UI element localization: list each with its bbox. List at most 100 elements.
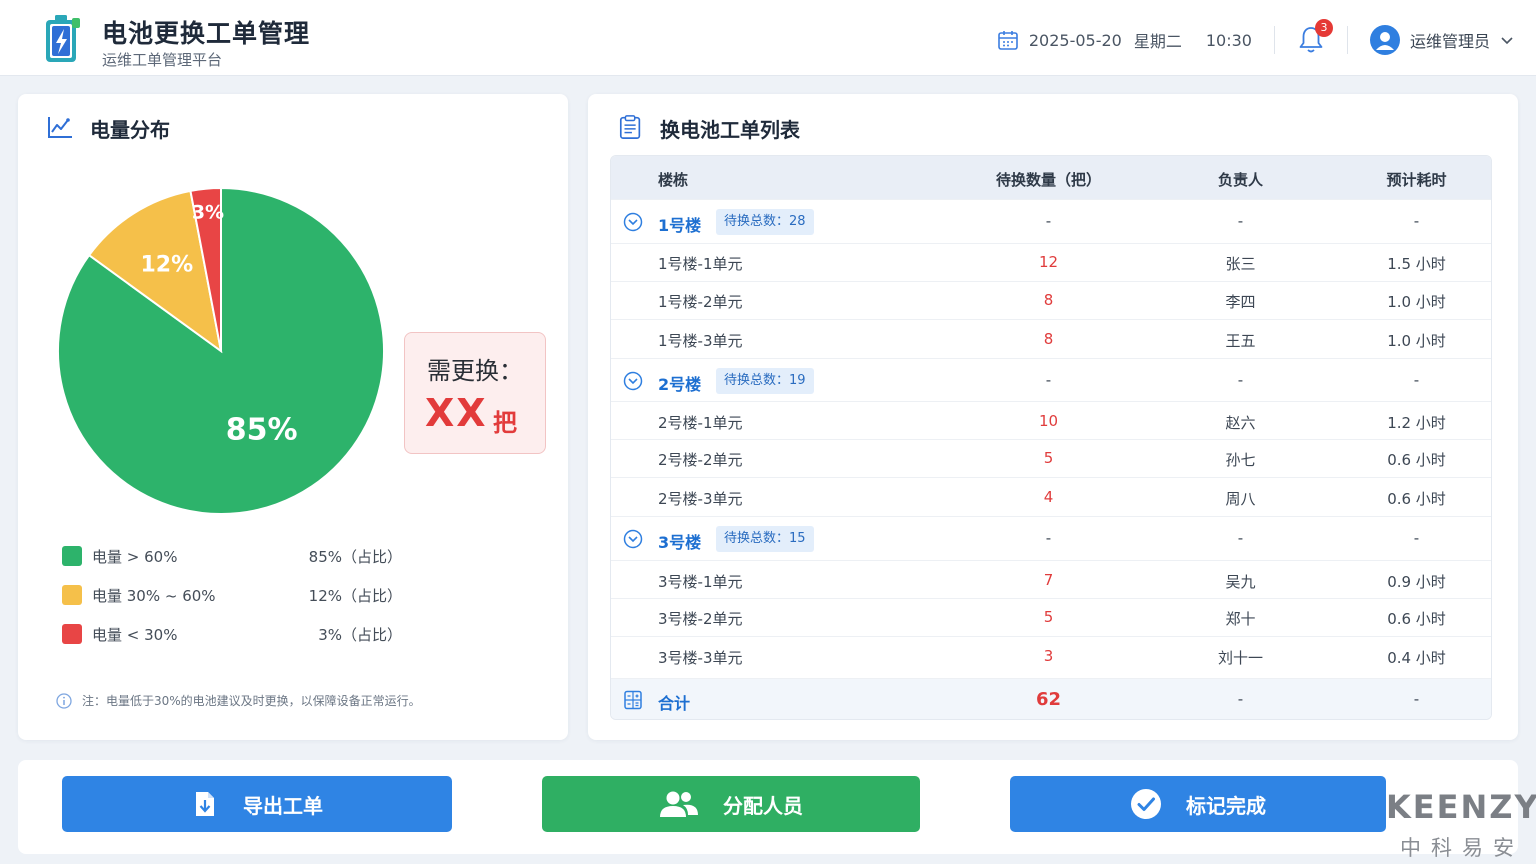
legend-item: 电量 > 60% 85%（占比）: [62, 540, 402, 579]
group-qty: -: [1045, 212, 1052, 230]
unit-owner: 刘十一: [1217, 649, 1263, 667]
group-name: 2号楼: [658, 375, 702, 394]
total-owner: -: [1237, 690, 1244, 708]
legend-swatch-low: [62, 624, 82, 644]
legend-swatch-mid: [62, 585, 82, 605]
column-header-time: 预计耗时: [1386, 171, 1447, 189]
export-button-label: 导出工单: [243, 793, 323, 818]
battery-logo-icon: [46, 15, 80, 62]
current-weekday: 星期二: [1133, 32, 1182, 51]
file-download-icon: [196, 792, 214, 816]
table-row[interactable]: 1号楼-3单元 8 王五 1.0 小时: [611, 319, 1491, 358]
group-total-badge: 待换总数：15: [716, 526, 814, 552]
unit-name: 2号楼-2单元: [658, 451, 743, 469]
app-title: 电池更换工单管理: [102, 19, 311, 48]
column-header-building: 楼栋: [658, 171, 689, 189]
pie-svg: 85% 12% 3%: [57, 186, 385, 515]
app-subtitle: 运维工单管理平台: [102, 51, 223, 69]
legend-percent: 12%（占比）: [308, 587, 402, 605]
table-row[interactable]: 2号楼-2单元 5 孙七 0.6 小时: [611, 439, 1491, 477]
user-name[interactable]: 运维管理员: [1410, 28, 1490, 52]
collapse-chevron-icon[interactable]: [623, 529, 643, 549]
table-row[interactable]: 1号楼-1单元 12 张三 1.5 小时: [611, 243, 1491, 281]
notification-badge: 3: [1314, 19, 1333, 37]
mark-complete-label: 标记完成: [1186, 793, 1266, 818]
group-qty: -: [1045, 371, 1052, 389]
callout-label: 需更换：: [427, 357, 523, 385]
unit-qty: 10: [1038, 412, 1059, 430]
watermark-cn: 中科易安: [1400, 836, 1524, 860]
unit-name: 1号楼-3单元: [658, 332, 743, 350]
unit-time: 0.6 小时: [1387, 490, 1446, 508]
mark-complete-button[interactable]: 标记完成: [1010, 776, 1386, 832]
unit-name: 1号楼-2单元: [658, 293, 743, 311]
table-row[interactable]: 2号楼-3单元 4 周八 0.6 小时: [611, 477, 1491, 516]
unit-qty: 5: [1043, 608, 1054, 626]
total-qty: 62: [1035, 689, 1062, 710]
unit-name: 2号楼-1单元: [658, 414, 743, 432]
panel-title: 换电池工单列表: [660, 118, 800, 142]
assign-staff-button[interactable]: 分配人员: [542, 776, 920, 832]
total-label: 合计: [658, 694, 691, 713]
unit-name: 3号楼-1单元: [658, 573, 743, 591]
group-row[interactable]: 2号楼 待换总数：19 - - -: [611, 358, 1491, 401]
unit-qty: 8: [1043, 330, 1054, 348]
pie-slice-label: 12%: [141, 253, 194, 278]
unit-name: 1号楼-1单元: [658, 255, 743, 273]
callout-unit: 把: [493, 409, 517, 437]
group-row[interactable]: 3号楼 待换总数：15 - - -: [611, 516, 1491, 560]
collapse-chevron-icon[interactable]: [623, 212, 643, 232]
column-header-owner: 负责人: [1217, 171, 1263, 189]
unit-time: 1.5 小时: [1387, 255, 1446, 273]
table-row[interactable]: 3号楼-1单元 7 吴九 0.9 小时: [611, 560, 1491, 598]
unit-time: 0.4 小时: [1387, 649, 1446, 667]
table-row[interactable]: 3号楼-3单元 3 刘十一 0.4 小时: [611, 636, 1491, 678]
group-owner: -: [1237, 529, 1244, 547]
table-header: 楼栋 待换数量（把） 负责人 预计耗时: [611, 156, 1491, 199]
work-order-table: 楼栋 待换数量（把） 负责人 预计耗时 1号楼 待换总数：28 - - - 1号…: [610, 155, 1492, 720]
table-row[interactable]: 2号楼-1单元 10 赵六 1.2 小时: [611, 401, 1491, 439]
legend-percent: 85%（占比）: [308, 548, 402, 566]
unit-qty: 12: [1038, 253, 1059, 271]
check-circle-icon: [1131, 789, 1161, 819]
legend-item: 电量 < 30% 3%（占比）: [62, 618, 402, 657]
legend-label: 电量 30% ~ 60%: [92, 587, 216, 605]
unit-name: 2号楼-3单元: [658, 490, 743, 508]
unit-time: 1.0 小时: [1387, 332, 1446, 350]
unit-qty: 3: [1043, 647, 1054, 665]
legend-item: 电量 30% ~ 60% 12%（占比）: [62, 579, 402, 618]
current-time: 10:30: [1205, 30, 1252, 50]
notification-button[interactable]: 3: [1297, 19, 1333, 55]
group-total-badge: 待换总数：28: [716, 209, 814, 235]
table-row[interactable]: 3号楼-2单元 5 郑十 0.6 小时: [611, 598, 1491, 636]
unit-qty: 8: [1043, 291, 1054, 309]
legend-percent: 3%（占比）: [318, 626, 402, 644]
replace-callout: 需更换： XX 把: [404, 332, 546, 454]
unit-qty: 7: [1043, 571, 1054, 589]
column-header-quantity: 待换数量（把）: [995, 171, 1101, 189]
assign-button-label: 分配人员: [723, 793, 803, 818]
unit-time: 0.6 小时: [1387, 610, 1446, 628]
export-button[interactable]: 导出工单: [62, 776, 452, 832]
group-time: -: [1413, 212, 1420, 230]
chevron-down-icon[interactable]: [1500, 35, 1514, 45]
legend-label: 电量 < 30%: [92, 626, 178, 644]
group-owner: -: [1237, 212, 1244, 230]
work-order-panel: 换电池工单列表 楼栋 待换数量（把） 负责人 预计耗时 1号楼 待换总数：28 …: [588, 94, 1518, 740]
unit-name: 3号楼-3单元: [658, 649, 743, 667]
unit-qty: 4: [1043, 488, 1054, 506]
pie-legend: 电量 > 60% 85%（占比） 电量 30% ~ 60% 12%（占比） 电量…: [62, 540, 402, 657]
group-name: 3号楼: [658, 533, 702, 552]
group-owner: -: [1237, 371, 1244, 389]
table-row[interactable]: 1号楼-2单元 8 李四 1.0 小时: [611, 281, 1491, 319]
group-name: 1号楼: [658, 216, 702, 235]
group-row[interactable]: 1号楼 待换总数：28 - - -: [611, 199, 1491, 243]
action-bar: 导出工单 分配人员 标记完成: [18, 760, 1518, 854]
watermark-en: KEENZY: [1386, 788, 1536, 826]
unit-name: 3号楼-2单元: [658, 610, 743, 628]
footnote: 注：电量低于30%的电池建议及时更换，以保障设备正常运行。: [56, 692, 421, 709]
unit-owner: 张三: [1225, 255, 1256, 273]
header-right: 2025-05-20 星期二 10:30 3 运维管理员: [997, 18, 1514, 62]
avatar[interactable]: [1369, 25, 1400, 55]
collapse-chevron-icon[interactable]: [623, 371, 643, 391]
